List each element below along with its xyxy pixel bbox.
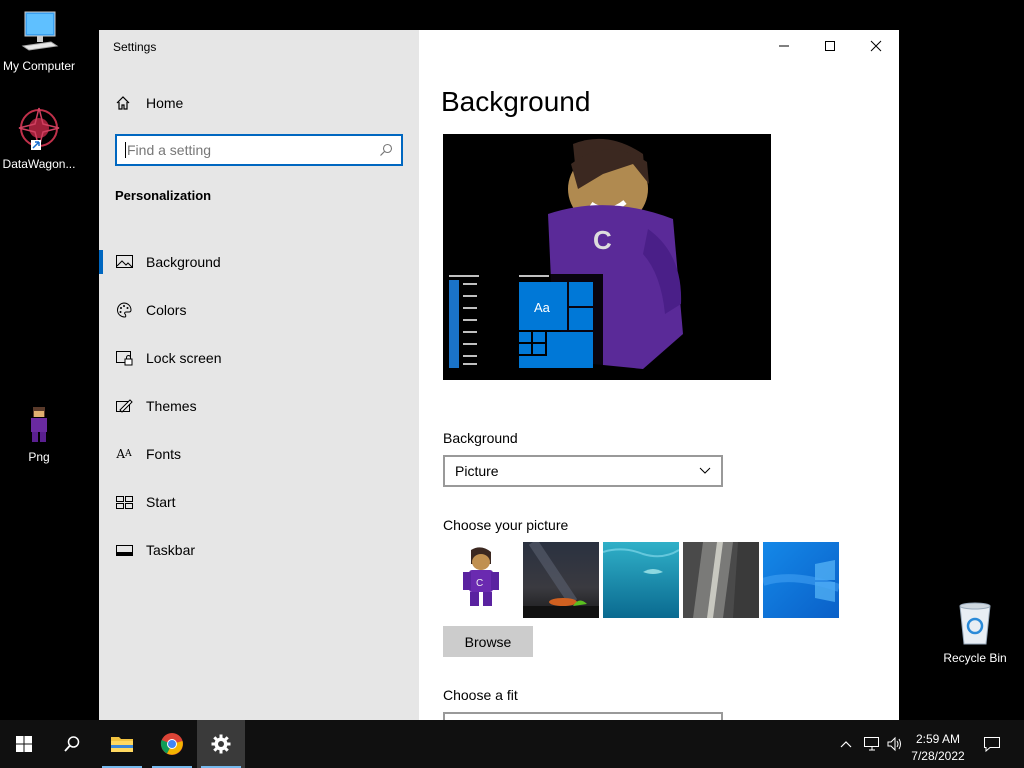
thumbnail-night-sky[interactable] [523,542,599,618]
chevron-up-icon [840,741,852,748]
settings-sidebar: Settings Home Find a setting Personaliza… [99,30,419,720]
background-type-label: Background [443,430,518,446]
home-link[interactable]: Home [115,93,183,113]
palette-icon [115,301,133,319]
taskbar: 2:59 AM 7/28/2022 [0,720,1024,768]
sidebar-item-lock-screen[interactable]: Lock screen [99,334,419,382]
preview-image: C [443,134,771,380]
clock-time: 2:59 AM [915,732,961,746]
minimize-icon [779,45,789,47]
fit-dropdown[interactable] [443,712,723,720]
notification-icon [984,737,1000,752]
datawagon-icon [18,107,60,150]
network-button[interactable] [860,720,884,768]
start-button[interactable] [0,720,48,768]
taskbar-file-explorer[interactable] [98,720,146,768]
choose-picture-label: Choose your picture [443,517,569,533]
sidebar-item-taskbar[interactable]: Taskbar [99,526,419,574]
desktop-icon-label: My Computer [2,59,76,73]
lock-screen-icon [115,349,133,367]
desktop-preview: C Aa [443,134,771,380]
home-icon [116,96,130,110]
desktop-icon-label: Png [28,450,50,464]
themes-icon [115,397,133,415]
picture-thumbnails: C [443,542,839,618]
desktop-icon-recycle-bin[interactable]: Recycle Bin [935,602,1015,665]
search-button[interactable] [48,720,96,768]
sidebar-item-background[interactable]: Background [99,238,419,286]
svg-text:C: C [476,578,483,589]
fonts-icon: AA [116,447,132,461]
sidebar-item-label: Fonts [146,446,182,462]
svg-text:C: C [593,225,612,255]
browse-button[interactable]: Browse [443,626,533,657]
show-hidden-icons-button[interactable] [836,720,856,768]
window-title: Settings [113,40,157,54]
taskbar-chrome[interactable] [148,720,196,768]
search-icon [64,736,80,752]
network-icon [864,737,879,751]
maximize-button[interactable] [807,30,853,62]
character-image-icon [31,407,47,442]
desktop-icon-png[interactable]: Png [0,405,79,464]
search-input[interactable]: Find a setting [115,134,403,166]
volume-icon [887,736,901,752]
gear-icon [211,734,231,754]
desktop-icon-label: Recycle Bin [943,651,1007,665]
section-title: Personalization [115,188,212,203]
search-icon [380,143,393,156]
minimize-button[interactable] [761,30,807,62]
clock-date: 7/28/2022 [911,749,965,763]
start-icon [115,493,133,511]
dropdown-value: Picture [455,463,499,479]
page-title: Background [441,86,591,117]
background-type-dropdown[interactable]: Picture [443,455,723,487]
sidebar-item-colors[interactable]: Colors [99,286,419,334]
maximize-icon [825,41,835,51]
sidebar-item-label: Themes [146,398,197,414]
chrome-icon [160,733,183,755]
desktop-icon-datawagon[interactable]: DataWagon... [0,106,79,171]
thumbnail-character[interactable]: C [443,542,519,618]
home-label: Home [146,95,184,111]
computer-icon [21,11,59,51]
folder-icon [111,737,133,752]
sidebar-item-start[interactable]: Start [99,478,419,526]
sidebar-item-label: Background [146,254,221,270]
system-clock[interactable]: 2:59 AM 7/28/2022 [907,720,969,768]
sidebar-item-label: Taskbar [146,542,196,558]
desktop-icon-my-computer[interactable]: My Computer [0,10,79,73]
search-placeholder: Find a setting [125,142,379,158]
desktop-icon-label: DataWagon... [2,157,76,171]
sidebar-item-label: Lock screen [146,350,222,366]
windows-logo-icon [16,736,32,752]
close-icon [870,40,882,52]
close-button[interactable] [853,30,899,62]
recycle-bin-icon [959,602,991,645]
thumbnail-windows-default[interactable] [763,542,839,618]
sidebar-nav: Background Colors Lock screen Themes A A… [99,238,419,574]
action-center-button[interactable] [970,720,1014,768]
picture-icon [115,253,133,271]
sidebar-item-fonts[interactable]: AA Fonts [99,430,419,478]
chevron-down-icon [699,467,711,474]
preview-tile-label: Aa [534,300,550,315]
sidebar-item-label: Start [146,494,176,510]
taskbar-settings[interactable] [197,720,245,768]
window-controls [761,30,899,62]
choose-fit-label: Choose a fit [443,687,518,703]
volume-button[interactable] [884,720,906,768]
thumbnail-underwater[interactable] [603,542,679,618]
settings-window: Settings Home Find a setting Personaliza… [99,30,899,720]
settings-content: Background C Aa Background Picture Choos… [419,30,899,720]
taskbar-icon [115,541,133,559]
thumbnail-rock-cliff[interactable] [683,542,759,618]
sidebar-item-label: Colors [146,302,187,318]
sidebar-item-themes[interactable]: Themes [99,382,419,430]
